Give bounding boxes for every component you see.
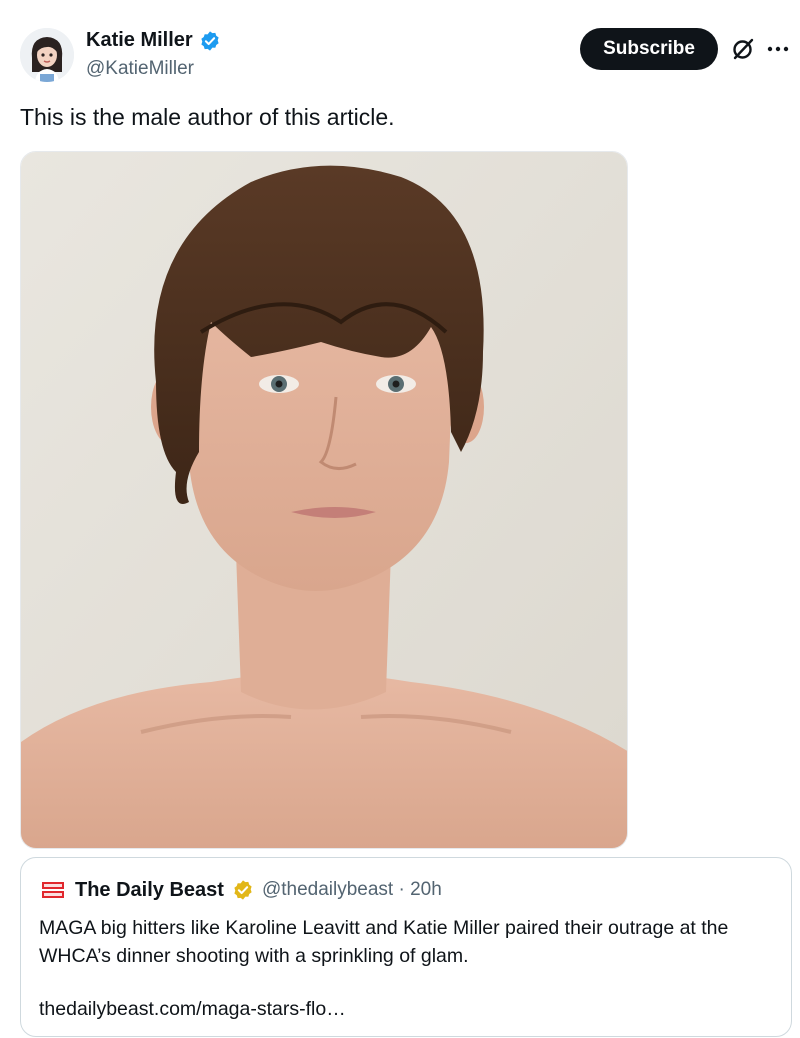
quoted-tweet-text: MAGA big hitters like Karoline Leavitt a… bbox=[39, 917, 729, 967]
tweet-photo[interactable] bbox=[20, 151, 628, 849]
grok-icon[interactable] bbox=[730, 36, 756, 62]
author-handle[interactable]: @KatieMiller bbox=[86, 58, 194, 80]
daily-beast-logo bbox=[40, 879, 66, 901]
author-name-text: Katie Miller bbox=[86, 29, 193, 51]
quoted-tweet-card[interactable]: The Daily Beast @thedailybeast · 20h MAG… bbox=[20, 857, 792, 1037]
quoted-author-handle-time: @thedailybeast · 20h bbox=[261, 879, 442, 900]
quoted-tweet-link[interactable]: thedailybeast.com/maga-stars-flo… bbox=[39, 998, 346, 1021]
subscribe-button[interactable]: Subscribe bbox=[580, 28, 718, 70]
avatar[interactable] bbox=[20, 28, 74, 82]
gold-verified-badge-icon bbox=[234, 880, 252, 900]
author-name[interactable]: Katie Miller bbox=[86, 29, 221, 52]
quoted-author-name: The Daily Beast bbox=[75, 878, 224, 901]
verified-badge-icon bbox=[201, 30, 219, 51]
tweet-text: This is the male author of this article. bbox=[20, 104, 395, 130]
more-dots-icon[interactable] bbox=[766, 36, 790, 62]
cartoon-avatar-icon bbox=[20, 28, 74, 82]
quoted-tweet-header: The Daily Beast @thedailybeast · 20h bbox=[39, 878, 442, 902]
portrait-photo bbox=[21, 152, 627, 848]
